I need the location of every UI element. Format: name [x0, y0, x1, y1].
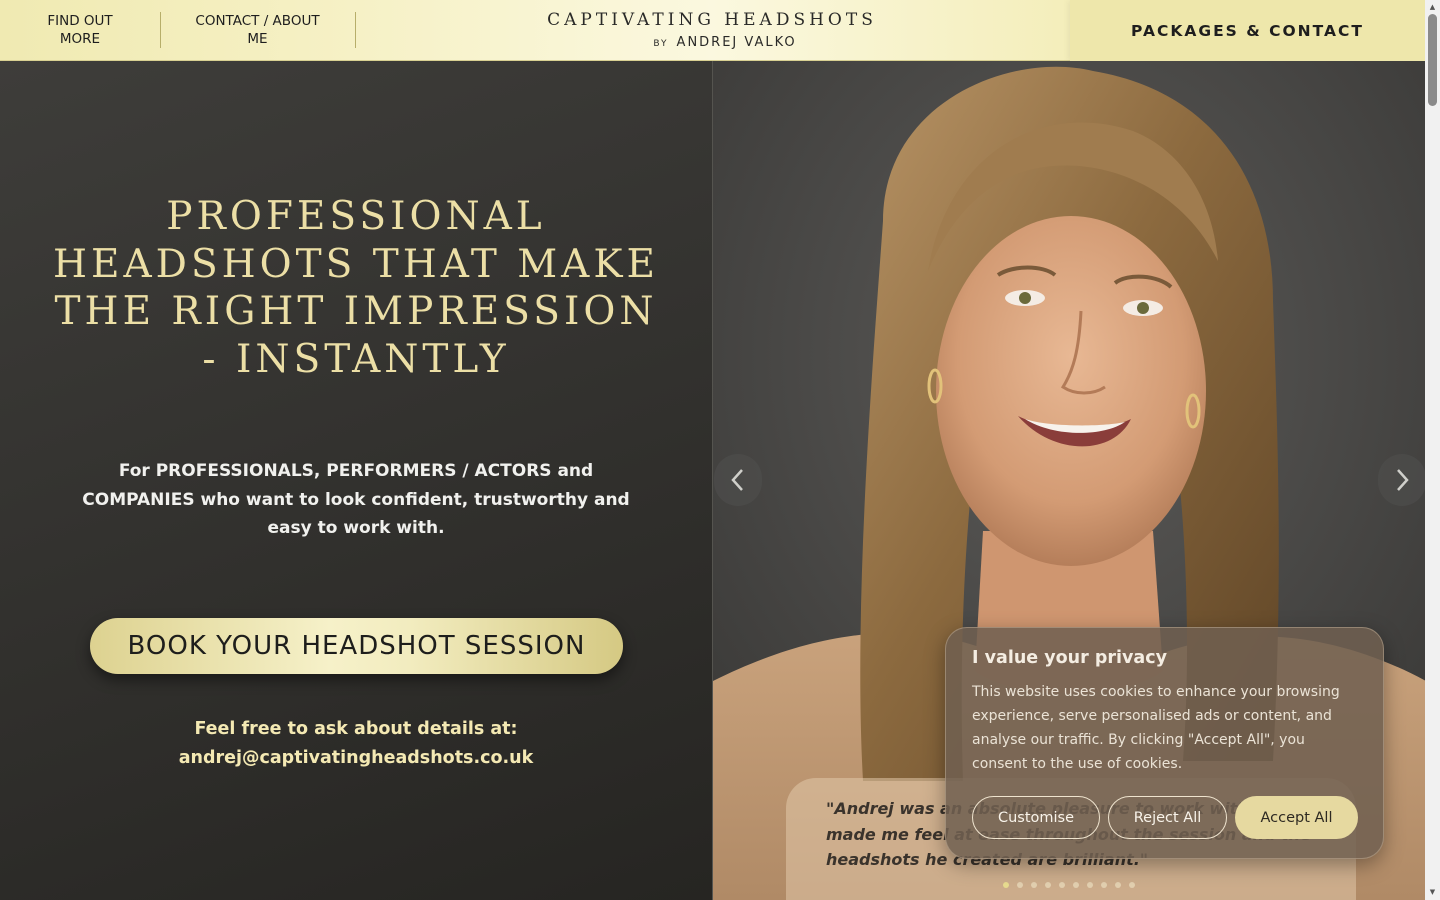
customise-button[interactable]: Customise	[972, 796, 1100, 839]
scroll-down-icon[interactable]: ▼	[1428, 887, 1437, 896]
nav-divider	[160, 12, 161, 48]
brand-subtitle: BY ANDREJ VALKO	[470, 35, 980, 50]
slider-prev-button[interactable]	[714, 454, 762, 506]
cookie-consent-banner: I value your privacy This website uses c…	[945, 627, 1384, 859]
hero-subtitle: For PROFESSIONALS, PERFORMERS / ACTORS a…	[82, 461, 630, 538]
brand-name: ANDREJ VALKO	[676, 35, 797, 50]
nav-find-out-more[interactable]: FIND OUT MORE	[20, 12, 140, 48]
accept-all-button[interactable]: Accept All	[1235, 796, 1358, 839]
book-session-button[interactable]: BOOK YOUR HEADSHOT SESSION	[90, 618, 623, 674]
scroll-up-icon[interactable]: ▲	[1428, 2, 1437, 11]
page-scrollbar[interactable]: ▲ ▼	[1425, 0, 1440, 900]
chevron-left-icon	[731, 469, 743, 491]
hero-panel: PROFESSIONAL HEADSHOTS THAT MAKE THE RIG…	[0, 61, 712, 900]
slider-dot[interactable]	[1129, 882, 1135, 888]
nav-contact-about[interactable]: CONTACT / ABOUT ME	[175, 12, 340, 48]
brand-title[interactable]: CAPTIVATING HEADSHOTS	[470, 10, 954, 30]
slider-dots	[1003, 882, 1135, 888]
hero-title: PROFESSIONAL HEADSHOTS THAT MAKE THE RIG…	[53, 194, 659, 382]
slider-dot[interactable]	[1031, 882, 1037, 888]
site-header: FIND OUT MORE CONTACT / ABOUT ME CAPTIVA…	[0, 0, 1425, 61]
slider-next-button[interactable]	[1378, 454, 1425, 506]
reject-all-button[interactable]: Reject All	[1108, 796, 1227, 839]
slider-dot[interactable]	[1073, 882, 1079, 888]
slider-dot[interactable]	[1059, 882, 1065, 888]
ask-details-text: Feel free to ask about details at:	[194, 719, 518, 739]
brand-by: BY	[653, 39, 669, 49]
cookie-text: This website uses cookies to enhance you…	[972, 684, 1340, 772]
email-link[interactable]: andrej@captivatingheadshots.co.uk	[179, 748, 534, 768]
chevron-right-icon	[1397, 469, 1409, 491]
packages-contact-button[interactable]: PACKAGES & CONTACT	[1070, 0, 1425, 61]
slider-dot[interactable]	[1017, 882, 1023, 888]
slider-dot[interactable]	[1101, 882, 1107, 888]
slider-dot[interactable]	[1087, 882, 1093, 888]
slider-dot[interactable]	[1115, 882, 1121, 888]
scrollbar-thumb[interactable]	[1428, 14, 1437, 106]
cookie-title: I value your privacy	[972, 648, 1168, 668]
slider-dot[interactable]	[1003, 882, 1009, 888]
slider-dot[interactable]	[1045, 882, 1051, 888]
cookie-buttons: Customise Reject All Accept All	[972, 796, 1358, 839]
nav-divider	[355, 12, 356, 48]
contact-info: Feel free to ask about details at: andre…	[76, 715, 636, 773]
